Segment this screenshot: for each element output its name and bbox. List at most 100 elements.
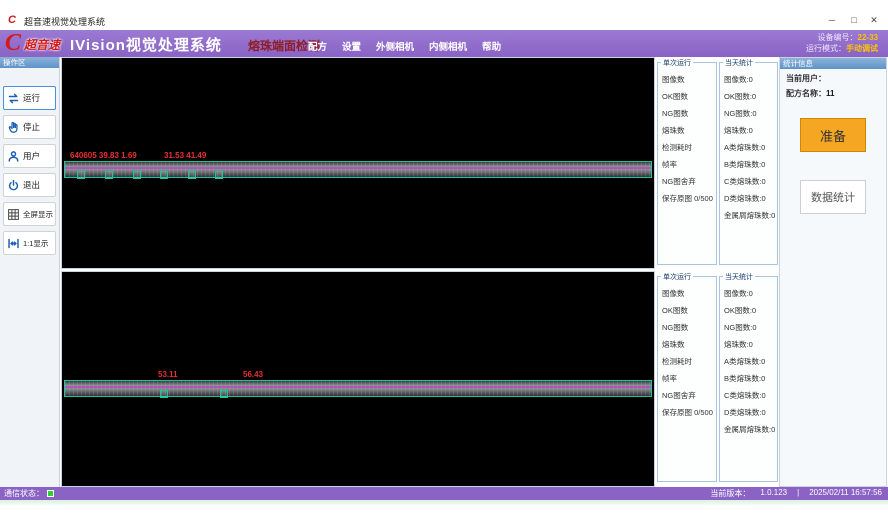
detection-box <box>160 171 168 179</box>
stat-row: NG图数 <box>662 105 716 122</box>
stat-row: OK图数:0 <box>724 88 777 105</box>
window-titlebar: C 超音速视觉处理系统 ─ □ ✕ <box>0 10 888 30</box>
detection-box <box>215 171 223 179</box>
measurement-annotation: 640605 39.83 1.69 <box>70 151 137 160</box>
group-title: 当天统计 <box>723 272 755 282</box>
hand-stop-icon <box>7 121 20 134</box>
stat-row: D类熔珠数:0 <box>724 190 777 207</box>
measurement-annotation: 31.53 41.49 <box>164 151 206 160</box>
stat-row: 图像数:0 <box>724 285 777 302</box>
measurement-annotation: 56.43 <box>243 370 263 379</box>
stat-row: 帧率 <box>662 370 716 387</box>
exit-button-label: 退出 <box>23 179 40 191</box>
app-header: C 超音速 IVision视觉处理系统 熔珠端面检测 配方 设置 外侧相机 内侧… <box>0 30 888 57</box>
single-run-stats-top: 单次运行 图像数 OK图数 NG图数 熔珠数 检测耗时 帧率 NG图舍弃 保存原… <box>657 62 717 265</box>
stat-row: 保存原图 0/500 <box>662 190 716 207</box>
close-icon[interactable]: ✕ <box>866 13 882 27</box>
bead-centerline <box>65 167 651 169</box>
fullscreen-button-label: 全屏显示 <box>23 209 53 220</box>
detection-box <box>105 171 113 179</box>
window-title: 超音速视觉处理系统 <box>24 15 105 28</box>
maximize-icon[interactable]: □ <box>846 13 862 27</box>
detection-box <box>77 171 85 179</box>
run-arrows-icon <box>7 92 20 105</box>
stat-row: C类熔珠数:0 <box>724 173 777 190</box>
stat-row: NG图数:0 <box>724 105 777 122</box>
stat-row: 保存原图 0/500 <box>662 404 716 421</box>
stat-row: 图像数:0 <box>724 71 777 88</box>
group-title: 当天统计 <box>723 58 755 68</box>
menu-outer-camera[interactable]: 外侧相机 <box>376 39 414 53</box>
weld-bead-strip <box>64 380 652 397</box>
user-button[interactable]: 用户 <box>3 144 56 168</box>
stat-row: 金属屑熔珠数:0 <box>724 207 777 224</box>
stat-row: 熔珠数:0 <box>724 122 777 139</box>
stat-row: 帧率 <box>662 156 716 173</box>
run-mode-value: 手动调试 <box>846 44 878 53</box>
stat-row: 检测耗时 <box>662 139 716 156</box>
app-logo-icon: C <box>8 14 16 26</box>
menu-help[interactable]: 帮助 <box>482 39 501 53</box>
version-value: 1.0.123 <box>760 488 787 499</box>
inner-camera-image[interactable]: 53.11 56.43 <box>61 271 655 487</box>
sidebar-title: 操作区 <box>0 57 59 68</box>
operation-sidebar: 操作区 运行 停止 <box>0 57 60 487</box>
brand-name: 超音速 <box>24 36 60 53</box>
prepare-button[interactable]: 准备 <box>800 118 866 152</box>
current-user-row: 当前用户： <box>780 69 886 84</box>
detection-box <box>133 171 141 179</box>
stat-row: D类熔珠数:0 <box>724 404 777 421</box>
brand-swoosh-icon: C <box>5 30 21 57</box>
stat-row: OK图数 <box>662 88 716 105</box>
run-button-label: 运行 <box>23 92 40 104</box>
detection-box <box>220 390 228 398</box>
exit-button[interactable]: 退出 <box>3 173 56 197</box>
device-info: 设备编号：22-33 运行模式：手动调试 <box>806 32 878 54</box>
one-to-one-button[interactable]: 1:1显示 <box>3 231 56 255</box>
stat-row: A类熔珠数:0 <box>724 353 777 370</box>
app-window: C 超音速视觉处理系统 ─ □ ✕ C 超音速 IVision视觉处理系统 熔珠… <box>0 0 888 522</box>
menu-settings[interactable]: 设置 <box>342 39 361 53</box>
fullscreen-grid-icon <box>7 208 20 221</box>
desktop-strip <box>0 500 888 505</box>
comm-status-led-icon <box>47 490 54 497</box>
stat-row: B类熔珠数:0 <box>724 156 777 173</box>
comm-status-label: 通信状态： <box>4 488 44 499</box>
outer-camera-image[interactable]: 640605 39.83 1.69 31.53 41.49 <box>61 57 655 269</box>
stat-row: NG图数:0 <box>724 319 777 336</box>
stat-row: 熔珠数:0 <box>724 336 777 353</box>
run-button[interactable]: 运行 <box>3 86 56 110</box>
stat-row: C类熔珠数:0 <box>724 387 777 404</box>
group-title: 单次运行 <box>661 272 693 282</box>
stat-row: 图像数 <box>662 285 716 302</box>
recipe-name-row: 配方名称：11 <box>780 84 886 99</box>
device-number-value: 22-33 <box>858 33 878 42</box>
power-icon <box>7 179 20 192</box>
stat-row: 熔珠数 <box>662 336 716 353</box>
version-label: 当前版本： <box>710 488 750 499</box>
stop-button[interactable]: 停止 <box>3 115 56 139</box>
menu-inner-camera[interactable]: 内侧相机 <box>429 39 467 53</box>
datetime: 2025/02/11 16:57:56 <box>809 488 882 499</box>
stat-row: OK图数 <box>662 302 716 319</box>
day-stats-top: 当天统计 图像数:0 OK图数:0 NG图数:0 熔珠数:0 A类熔珠数:0 B… <box>719 62 778 265</box>
user-icon <box>7 150 20 163</box>
menu-recipe[interactable]: 配方 <box>308 39 327 53</box>
one-to-one-icon <box>7 237 20 250</box>
status-bar: 通信状态： 当前版本： 1.0.123 | 2025/02/11 16:57:5… <box>0 487 888 500</box>
stat-row: B类熔珠数:0 <box>724 370 777 387</box>
stat-row: 金属屑熔珠数:0 <box>724 421 777 438</box>
detection-box <box>188 171 196 179</box>
page-title: IVision视觉处理系统 <box>70 34 222 55</box>
stat-row: OK图数:0 <box>724 302 777 319</box>
day-stats-bottom: 当天统计 图像数:0 OK图数:0 NG图数:0 熔珠数:0 A类熔珠数:0 B… <box>719 276 778 482</box>
bead-centerline <box>65 386 651 388</box>
weld-bead-strip <box>64 161 652 178</box>
data-statistics-button[interactable]: 数据统计 <box>800 180 866 214</box>
fullscreen-button[interactable]: 全屏显示 <box>3 202 56 226</box>
minimize-icon[interactable]: ─ <box>824 13 840 27</box>
measurement-annotation: 53.11 <box>158 370 178 379</box>
detection-box <box>160 390 168 398</box>
recipe-name-value: 11 <box>826 89 834 98</box>
status-separator: | <box>797 488 799 499</box>
